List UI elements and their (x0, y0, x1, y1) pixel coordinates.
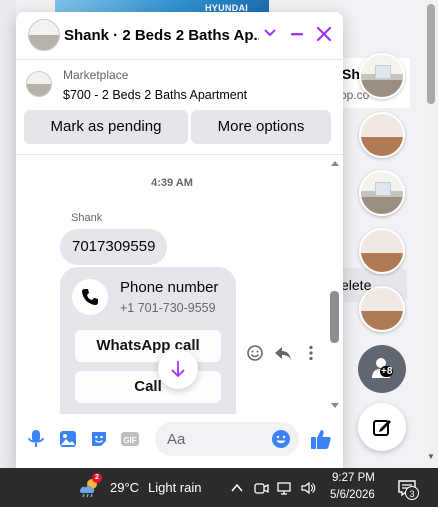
message-scrollbar[interactable] (328, 155, 342, 414)
close-icon[interactable] (315, 25, 333, 43)
phone-number-card[interactable]: Phone number +1 701-730-9559 WhatsApp ca… (60, 267, 236, 414)
card-title: Phone number (120, 279, 219, 296)
notification-count: 3 (405, 486, 419, 500)
react-icon[interactable] (246, 344, 264, 362)
scroll-to-bottom-button[interactable] (158, 349, 198, 389)
listing-thumbnail (26, 71, 52, 97)
avatar[interactable] (28, 19, 60, 51)
chat-header[interactable]: Shank · 2 Beds 2 Baths Ap... (16, 12, 343, 60)
page-scrollbar-thumb[interactable] (427, 4, 435, 104)
call-button[interactable]: Call (75, 371, 221, 403)
message-bubble[interactable]: 7017309559 (60, 229, 168, 265)
marketplace-listing[interactable]: Marketplace $700 - 2 Beds 2 Baths Apartm… (16, 61, 343, 153)
chat-head[interactable] (359, 228, 405, 274)
page-scrollbar[interactable]: ▼ (424, 0, 438, 468)
screen: HYUNDAI SHOP Sh op.co elete ▼ +8 Shan (0, 0, 438, 507)
phone-icon (82, 289, 98, 305)
compose-icon (373, 420, 391, 436)
chat-head[interactable] (359, 170, 405, 216)
scroll-up-icon[interactable] (331, 161, 339, 166)
network-icon[interactable] (276, 480, 292, 496)
chevron-up-icon[interactable] (229, 480, 245, 496)
volume-icon[interactable] (300, 480, 316, 496)
message-scrollbar-thumb[interactable] (330, 291, 339, 343)
weather-alert-badge: 2 (92, 473, 102, 483)
whatsapp-call-button[interactable]: WhatsApp call (75, 330, 221, 362)
more-options-button[interactable]: More options (191, 110, 331, 144)
sticker-icon[interactable] (89, 429, 109, 449)
temperature[interactable]: 29°C (110, 480, 139, 495)
message-timestamp: 4:39 AM (151, 177, 193, 189)
reply-icon[interactable] (274, 344, 292, 362)
chat-title[interactable]: Shank · 2 Beds 2 Baths Ap... (64, 27, 259, 44)
clock-date[interactable]: 5/6/2026 (330, 489, 375, 501)
message-input[interactable]: Aa (155, 422, 299, 456)
sender-name: Shank (71, 212, 103, 224)
emoji-icon[interactable] (271, 429, 291, 449)
listing-title[interactable]: $700 - 2 Beds 2 Baths Apartment (63, 88, 247, 102)
taskbar: 2 29°C Light rain 9:27 PM 5/6/2026 3 (0, 468, 438, 507)
scroll-down-arrow-icon[interactable]: ▼ (427, 452, 435, 461)
gif-icon[interactable]: GIF (120, 429, 140, 449)
chat-head[interactable] (359, 112, 405, 158)
image-icon[interactable] (58, 429, 78, 449)
svg-text:GIF: GIF (123, 436, 136, 445)
arrow-down-icon (171, 361, 185, 378)
camera-icon[interactable] (253, 480, 269, 496)
more-chats-button[interactable]: +8 (358, 345, 406, 393)
marketplace-label: Marketplace (63, 68, 129, 82)
more-chats-count: +8 (380, 366, 394, 377)
chat-head[interactable] (359, 286, 405, 332)
message-actions (246, 344, 326, 364)
new-message-button[interactable] (358, 403, 406, 451)
microphone-icon[interactable] (26, 429, 46, 449)
chevron-down-icon[interactable] (263, 26, 277, 40)
clock-time[interactable]: 9:27 PM (332, 472, 375, 484)
card-phone-number: +1 701-730-9559 (120, 301, 216, 315)
phone-icon-circle (72, 279, 108, 315)
message-list[interactable]: 4:39 AM Shank 7017309559 Phone number +1… (16, 154, 343, 414)
message-composer: GIF Aa (16, 414, 343, 468)
minimize-icon[interactable] (289, 26, 305, 42)
more-icon[interactable] (302, 344, 320, 362)
chat-window: Shank · 2 Beds 2 Baths Ap... Marketplace… (16, 12, 343, 468)
chat-head[interactable] (359, 53, 405, 99)
like-icon[interactable] (310, 428, 332, 450)
scroll-down-icon[interactable] (331, 403, 339, 408)
mark-as-pending-button[interactable]: Mark as pending (24, 110, 188, 144)
weather-condition[interactable]: Light rain (148, 480, 201, 495)
background-left-strip (0, 0, 16, 468)
message-input-placeholder: Aa (167, 431, 186, 448)
background-card-title: Sh (342, 66, 360, 82)
